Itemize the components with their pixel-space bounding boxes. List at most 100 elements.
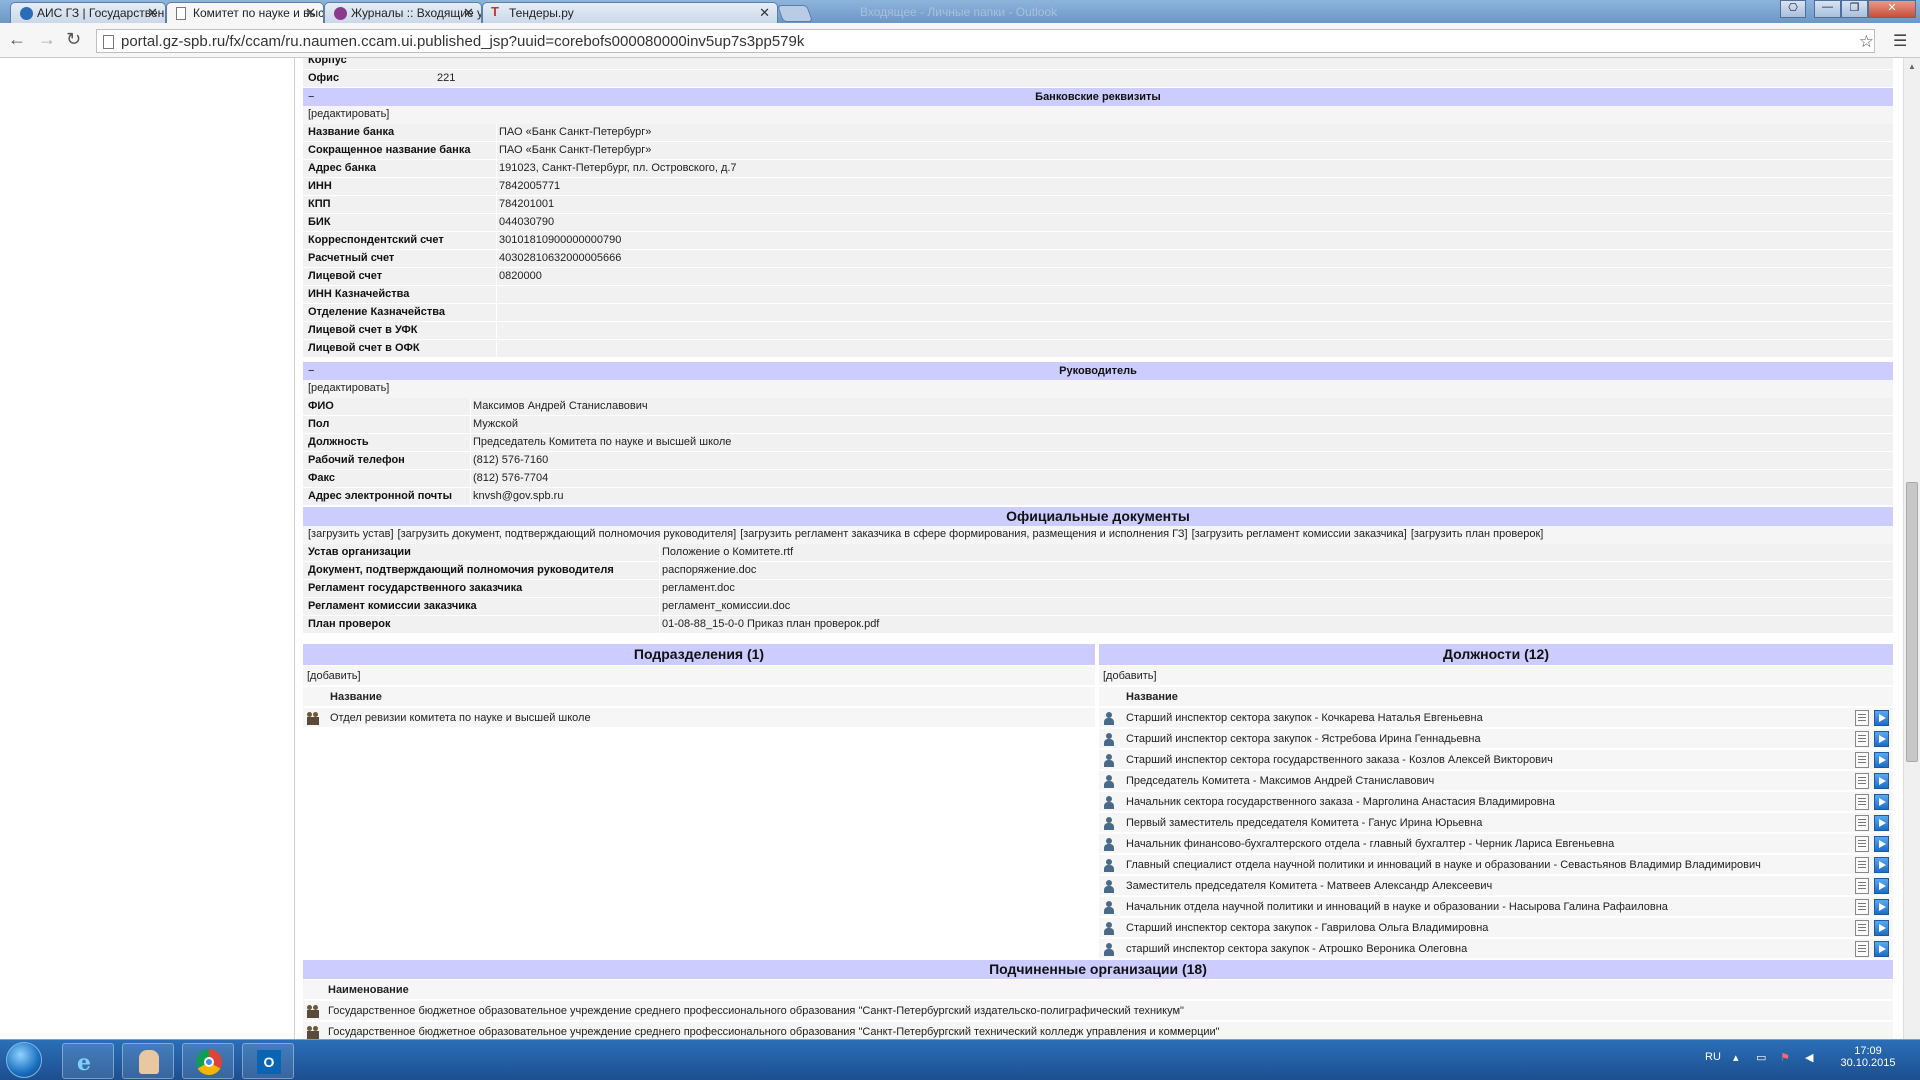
close-tab-icon[interactable]: ✕ bbox=[305, 5, 316, 21]
list-item-label[interactable]: Государственное бюджетное образовательно… bbox=[328, 1022, 1220, 1039]
card-icon[interactable] bbox=[1855, 773, 1869, 789]
network-icon[interactable]: ▭ bbox=[1756, 1051, 1766, 1064]
page-scrollbar[interactable]: ▲ bbox=[1903, 58, 1920, 1039]
list-item-label[interactable]: старший инспектор сектора закупок - Атро… bbox=[1126, 939, 1467, 959]
list-item-label[interactable]: Первый заместитель председателя Комитета… bbox=[1126, 813, 1482, 833]
open-arrow-icon[interactable] bbox=[1874, 773, 1889, 789]
user-app-icon[interactable] bbox=[122, 1043, 174, 1079]
list-item-label[interactable]: Старший инспектор сектора закупок - Ястр… bbox=[1126, 729, 1481, 749]
back-arrow-icon[interactable]: ← bbox=[8, 29, 26, 50]
open-arrow-icon[interactable] bbox=[1874, 752, 1889, 768]
field-value[interactable]: Положение о Комитете.rtf bbox=[662, 544, 793, 561]
list-item[interactable]: старший инспектор сектора закупок - Атро… bbox=[1099, 939, 1893, 959]
upload-link[interactable]: [загрузить регламент заказчика в сфере ф… bbox=[740, 528, 1187, 540]
list-item[interactable]: Государственное бюджетное образовательно… bbox=[303, 1022, 1893, 1039]
close-tab-icon[interactable]: ✕ bbox=[147, 5, 158, 21]
show-hidden-icons-icon[interactable]: ▴ bbox=[1733, 1051, 1739, 1064]
tab-ais-gz[interactable]: АИС ГЗ | Государственны ✕ bbox=[10, 2, 166, 23]
card-icon[interactable] bbox=[1855, 920, 1869, 936]
open-arrow-icon[interactable] bbox=[1874, 710, 1889, 726]
list-item[interactable]: Начальник финансово-бухгалтерского отдел… bbox=[1099, 834, 1893, 854]
bookmark-star-icon[interactable]: ☆ bbox=[1859, 32, 1874, 52]
new-tab-button[interactable] bbox=[776, 5, 814, 22]
tab-committee[interactable]: Комитет по науке и высш ✕ bbox=[166, 2, 324, 23]
open-arrow-icon[interactable] bbox=[1874, 878, 1889, 894]
open-arrow-icon[interactable] bbox=[1874, 857, 1889, 873]
list-item-label[interactable]: Главный специалист отдела научной полити… bbox=[1126, 855, 1761, 875]
open-arrow-icon[interactable] bbox=[1874, 899, 1889, 915]
close-tab-icon[interactable]: ✕ bbox=[759, 5, 770, 21]
close-tab-icon[interactable]: ✕ bbox=[463, 5, 474, 21]
menu-icon[interactable]: ☰ bbox=[1893, 31, 1907, 51]
list-item[interactable]: Главный специалист отдела научной полити… bbox=[1099, 855, 1893, 875]
collapse-icon[interactable]: − bbox=[308, 88, 314, 106]
open-arrow-icon[interactable] bbox=[1874, 815, 1889, 831]
card-icon[interactable] bbox=[1855, 899, 1869, 915]
list-item[interactable]: Старший инспектор сектора закупок - Гавр… bbox=[1099, 918, 1893, 938]
card-icon[interactable] bbox=[1855, 752, 1869, 768]
list-item-label[interactable]: Заместитель председателя Комитета - Матв… bbox=[1126, 876, 1492, 896]
card-icon[interactable] bbox=[1855, 731, 1869, 747]
action-center-icon[interactable]: ⚑ bbox=[1780, 1051, 1790, 1064]
minimize-button[interactable]: — bbox=[1814, 0, 1841, 18]
card-icon[interactable] bbox=[1855, 815, 1869, 831]
tab-journals[interactable]: Журналы :: Входящие уве ✕ bbox=[324, 2, 482, 23]
card-icon[interactable] bbox=[1855, 794, 1869, 810]
list-item-label[interactable]: Старший инспектор сектора закупок - Кочк… bbox=[1126, 708, 1483, 728]
add-position-link[interactable]: [добавить] bbox=[1103, 666, 1157, 686]
list-item-label[interactable]: Начальник сектора государственного заказ… bbox=[1126, 792, 1555, 812]
field-value[interactable]: регламент_комиссии.doc bbox=[662, 598, 790, 615]
list-item[interactable]: Начальник сектора государственного заказ… bbox=[1099, 792, 1893, 812]
user-icon[interactable]: ⎔ bbox=[1780, 0, 1806, 18]
open-arrow-icon[interactable] bbox=[1874, 731, 1889, 747]
clock[interactable]: 17:09 30.10.2015 bbox=[1838, 1045, 1898, 1069]
list-item-label[interactable]: Председатель Комитета - Максимов Андрей … bbox=[1126, 771, 1434, 791]
list-item-label[interactable]: Отдел ревизии комитета по науке и высшей… bbox=[330, 708, 591, 728]
open-arrow-icon[interactable] bbox=[1874, 920, 1889, 936]
scroll-up-icon[interactable]: ▲ bbox=[1908, 62, 1916, 71]
collapse-icon[interactable]: − bbox=[308, 362, 314, 380]
list-item[interactable]: Старший инспектор сектора закупок - Кочк… bbox=[1099, 708, 1893, 728]
list-item-label[interactable]: Старший инспектор сектора государственно… bbox=[1126, 750, 1553, 770]
upload-link[interactable]: [загрузить устав] bbox=[308, 528, 394, 540]
outlook-icon[interactable]: O bbox=[242, 1043, 294, 1079]
list-item[interactable]: Заместитель председателя Комитета - Матв… bbox=[1099, 876, 1893, 896]
forward-arrow-icon[interactable]: → bbox=[38, 29, 56, 50]
list-item-label[interactable]: Начальник финансово-бухгалтерского отдел… bbox=[1126, 834, 1614, 854]
open-arrow-icon[interactable] bbox=[1874, 836, 1889, 852]
volume-icon[interactable]: ◀ bbox=[1805, 1051, 1813, 1064]
list-item[interactable]: Первый заместитель председателя Комитета… bbox=[1099, 813, 1893, 833]
card-icon[interactable] bbox=[1855, 710, 1869, 726]
list-item[interactable]: Старший инспектор сектора закупок - Ястр… bbox=[1099, 729, 1893, 749]
field-value[interactable]: 01-08-88_15-0-0 Приказ план проверок.pdf bbox=[662, 616, 879, 633]
card-icon[interactable] bbox=[1855, 941, 1869, 957]
list-item[interactable]: Старший инспектор сектора государственно… bbox=[1099, 750, 1893, 770]
open-arrow-icon[interactable] bbox=[1874, 794, 1889, 810]
list-item[interactable]: Начальник отдела научной политики и инно… bbox=[1099, 897, 1893, 917]
field-value[interactable]: распоряжение.doc bbox=[662, 562, 756, 579]
language-indicator[interactable]: RU bbox=[1705, 1051, 1721, 1063]
upload-link[interactable]: [загрузить план проверок] bbox=[1411, 528, 1544, 540]
edit-bank-link[interactable]: [редактировать] bbox=[308, 106, 389, 123]
internet-explorer-icon[interactable]: e bbox=[62, 1043, 114, 1079]
tab-tenders[interactable]: T Тендеры.ру ✕ bbox=[482, 2, 778, 23]
reload-icon[interactable]: ↻ bbox=[66, 29, 81, 50]
maximize-button[interactable]: ❐ bbox=[1841, 0, 1868, 18]
close-window-button[interactable]: ✕ bbox=[1868, 0, 1916, 18]
list-item[interactable]: Председатель Комитета - Максимов Андрей … bbox=[1099, 771, 1893, 791]
upload-link[interactable]: [загрузить документ, подтверждающий полн… bbox=[398, 528, 737, 540]
start-button[interactable] bbox=[6, 1042, 42, 1078]
list-item[interactable]: Отдел ревизии комитета по науке и высшей… bbox=[303, 708, 1095, 728]
chrome-icon[interactable] bbox=[182, 1043, 234, 1079]
card-icon[interactable] bbox=[1855, 836, 1869, 852]
field-value[interactable]: регламент.doc bbox=[662, 580, 735, 597]
list-item-label[interactable]: Начальник отдела научной политики и инно… bbox=[1126, 897, 1668, 917]
add-division-link[interactable]: [добавить] bbox=[307, 666, 361, 686]
list-item-label[interactable]: Старший инспектор сектора закупок - Гавр… bbox=[1126, 918, 1488, 938]
edit-head-link[interactable]: [редактировать] bbox=[308, 380, 389, 397]
open-arrow-icon[interactable] bbox=[1874, 941, 1889, 957]
card-icon[interactable] bbox=[1855, 857, 1869, 873]
card-icon[interactable] bbox=[1855, 878, 1869, 894]
address-bar[interactable]: portal.gz-spb.ru/fx/ccam/ru.naumen.ccam.… bbox=[96, 29, 1875, 53]
scrollbar-thumb[interactable] bbox=[1906, 482, 1918, 762]
